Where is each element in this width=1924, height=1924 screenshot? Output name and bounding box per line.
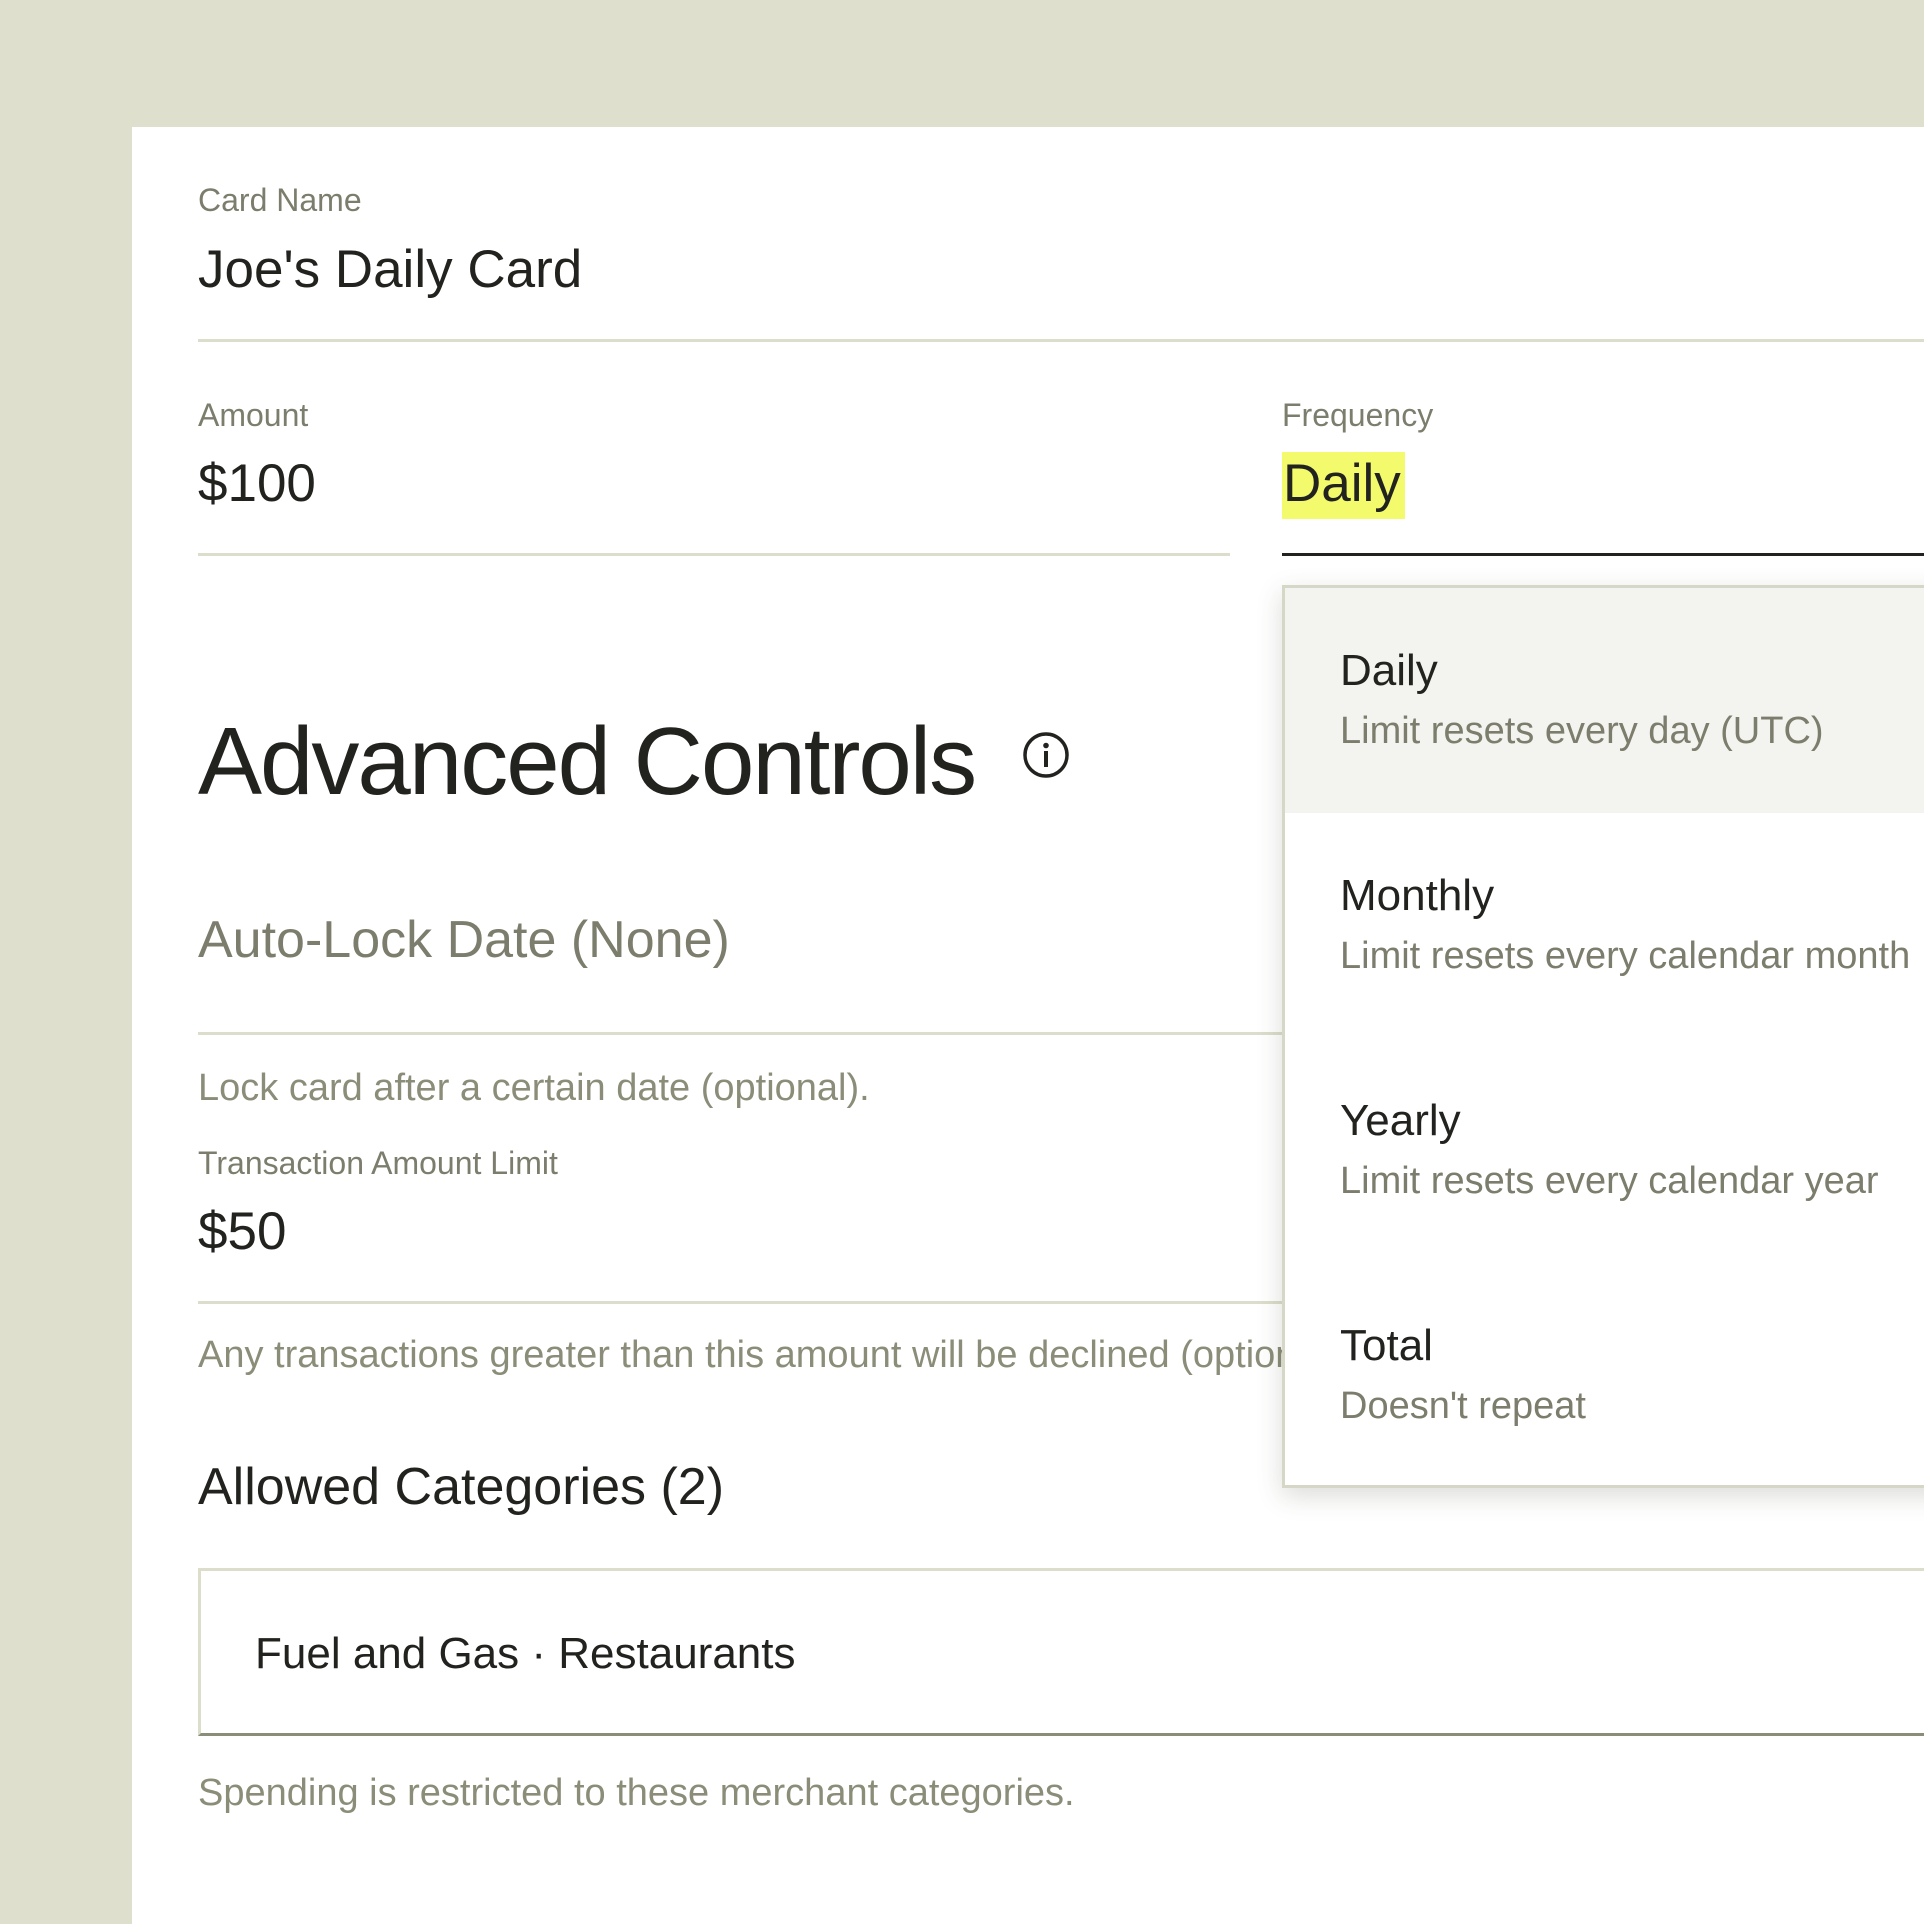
frequency-selected-value: Daily	[1282, 452, 1405, 519]
frequency-label: Frequency	[1282, 397, 1434, 433]
info-circle-icon[interactable]	[1022, 731, 1070, 779]
card-name-underline	[198, 339, 1924, 342]
option-description: Doesn't repeat	[1340, 1385, 1586, 1427]
allowed-categories-select[interactable]: Fuel and Gas · Restaurants	[198, 1568, 1924, 1736]
transaction-limit-label: Transaction Amount Limit	[198, 1145, 558, 1181]
frequency-option-monthly[interactable]: Monthly Limit resets every calendar mont…	[1285, 813, 1924, 1038]
allowed-categories-helper-text: Spending is restricted to these merchant…	[198, 1772, 1075, 1814]
frequency-select[interactable]: Daily	[1282, 452, 1405, 519]
card-settings-panel: Card Name Joe's Daily Card Amount $100 F…	[132, 127, 1924, 1924]
allowed-categories-value: Fuel and Gas · Restaurants	[255, 1629, 796, 1678]
auto-lock-date-field[interactable]: Auto-Lock Date (None)	[198, 910, 730, 970]
frequency-option-daily[interactable]: Daily Limit resets every day (UTC)	[1285, 588, 1924, 813]
option-description: Limit resets every calendar month	[1340, 935, 1911, 977]
frequency-option-total[interactable]: Total Doesn't repeat	[1285, 1263, 1924, 1485]
option-description: Limit resets every day (UTC)	[1340, 710, 1824, 752]
option-title: Daily	[1340, 646, 1438, 695]
transaction-limit-helper-text: Any transactions greater than this amoun…	[198, 1334, 1350, 1376]
amount-underline	[198, 553, 1230, 556]
option-title: Yearly	[1340, 1096, 1461, 1145]
allowed-categories-title: Allowed Categories (2)	[198, 1458, 725, 1516]
option-title: Monthly	[1340, 871, 1495, 920]
option-description: Limit resets every calendar year	[1340, 1160, 1879, 1202]
frequency-option-yearly[interactable]: Yearly Limit resets every calendar year	[1285, 1038, 1924, 1263]
auto-lock-helper-text: Lock card after a certain date (optional…	[198, 1067, 870, 1109]
card-name-label: Card Name	[198, 182, 362, 218]
amount-input[interactable]: $100	[198, 453, 316, 514]
frequency-dropdown-menu: Daily Limit resets every day (UTC) Month…	[1282, 585, 1924, 1488]
transaction-limit-input[interactable]: $50	[198, 1201, 286, 1262]
amount-label: Amount	[198, 397, 309, 433]
option-title: Total	[1340, 1321, 1433, 1370]
frequency-underline	[1282, 553, 1924, 556]
card-name-input[interactable]: Joe's Daily Card	[198, 239, 582, 300]
advanced-controls-title: Advanced Controls	[198, 708, 977, 815]
